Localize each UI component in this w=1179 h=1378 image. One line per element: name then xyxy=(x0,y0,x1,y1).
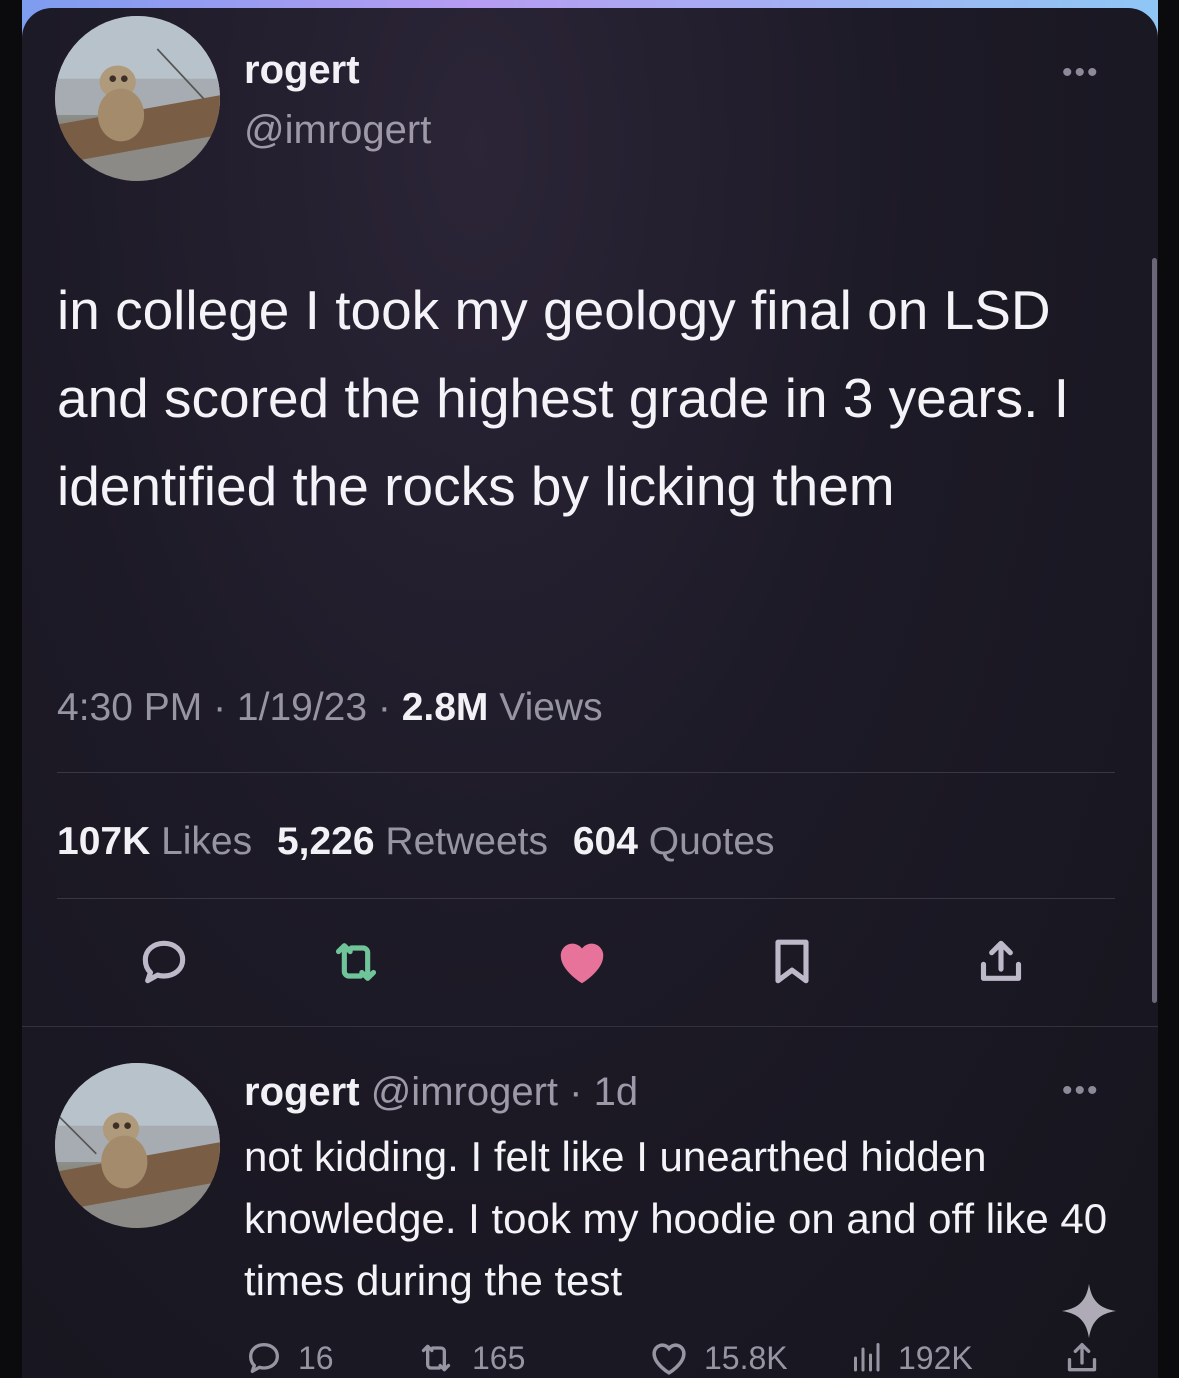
reply-views-button[interactable]: 192K xyxy=(848,1336,973,1378)
likes-stat[interactable]: 107K Likes xyxy=(57,820,252,863)
monkey-photo-icon xyxy=(55,1063,220,1228)
reply-header: rogert @imrogert · 1d xyxy=(244,1070,639,1114)
author-avatar[interactable] xyxy=(55,16,220,181)
tweet-time[interactable]: 4:30 PM xyxy=(57,686,202,729)
bookmark-button[interactable] xyxy=(760,930,824,994)
speech-bubble-icon xyxy=(142,940,186,984)
heart-icon xyxy=(560,943,604,984)
reply-age[interactable]: 1d xyxy=(594,1070,639,1114)
author-handle[interactable]: @imrogert xyxy=(244,108,431,153)
views-count: 2.8M xyxy=(401,686,489,729)
scrollbar[interactable] xyxy=(1152,258,1157,1003)
bar-chart-icon xyxy=(854,1343,880,1372)
reply-button[interactable] xyxy=(132,930,196,994)
retweets-count: 5,226 xyxy=(276,820,375,863)
reply-replies-count: 16 xyxy=(298,1339,334,1376)
reply-retweet-button[interactable]: 165 xyxy=(414,1336,525,1378)
tweet-meta: 4:30 PM · 1/19/23 · 2.8M Views xyxy=(57,686,603,729)
quotes-label: Quotes xyxy=(648,820,775,863)
right-edge xyxy=(1158,0,1179,1378)
retweets-label: Retweets xyxy=(385,820,548,863)
tweet-text: in college I took my geology final on LS… xyxy=(57,279,1070,517)
section-divider xyxy=(22,1026,1158,1027)
tweet-date[interactable]: 1/19/23 xyxy=(237,686,367,729)
speech-bubble-icon xyxy=(249,1343,279,1373)
engagement-stats: 107K Likes 5,226 Retweets 604 Quotes xyxy=(57,820,775,864)
share-button[interactable] xyxy=(969,930,1033,994)
share-icon xyxy=(980,940,1022,981)
monkey-photo-icon xyxy=(55,16,220,181)
more-options-icon[interactable]: ••• xyxy=(1062,58,1100,88)
reply-author-handle[interactable]: @imrogert xyxy=(371,1070,558,1114)
reply-more-options-icon[interactable]: ••• xyxy=(1062,1076,1100,1106)
retweet-icon xyxy=(421,1344,451,1372)
like-button[interactable] xyxy=(550,930,614,994)
tweet-detail-card: rogert @imrogert ••• in college I took m… xyxy=(22,8,1158,1378)
bookmark-icon xyxy=(775,939,809,984)
reply-replies-button[interactable]: 16 xyxy=(244,1336,334,1378)
retweet-button[interactable] xyxy=(324,930,388,994)
author-name[interactable]: rogert xyxy=(244,48,360,93)
reply-author-avatar[interactable] xyxy=(55,1063,220,1228)
quotes-count: 604 xyxy=(572,820,638,863)
likes-label: Likes xyxy=(161,820,253,863)
reply-author-name[interactable]: rogert xyxy=(244,1070,360,1114)
reply-retweets-count: 165 xyxy=(472,1339,526,1376)
sparkle-icon[interactable] xyxy=(1058,1280,1120,1342)
views-label: Views xyxy=(499,686,603,729)
divider-bottom xyxy=(57,898,1115,899)
divider-top xyxy=(57,772,1115,773)
retweets-stat[interactable]: 5,226 Retweets xyxy=(277,820,548,863)
likes-count: 107K xyxy=(57,820,151,863)
share-icon xyxy=(1067,1343,1097,1372)
left-edge xyxy=(0,0,22,1378)
quotes-stat[interactable]: 604 Quotes xyxy=(573,820,775,863)
reply-likes-count: 15.8K xyxy=(704,1339,788,1376)
retweet-icon xyxy=(335,943,377,981)
reply-text: not kidding. I felt like I unearthed hid… xyxy=(244,1133,1108,1304)
reply-views-count: 192K xyxy=(898,1339,973,1376)
reply-share-button[interactable] xyxy=(1062,1336,1116,1378)
screenshot-frame: rogert @imrogert ••• in college I took m… xyxy=(0,0,1179,1378)
heart-icon xyxy=(652,1343,686,1375)
reply-like-button[interactable]: 15.8K xyxy=(648,1336,788,1378)
